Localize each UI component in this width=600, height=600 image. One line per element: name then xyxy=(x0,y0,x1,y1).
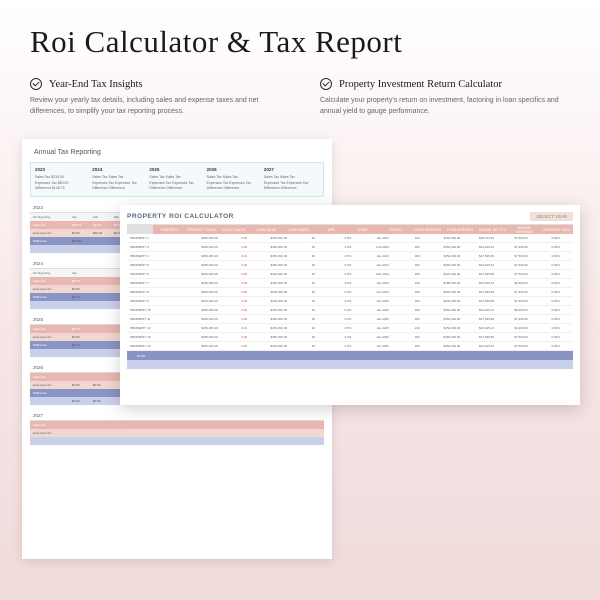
feature-desc: Review your yearly tax details, includin… xyxy=(30,96,280,117)
column-header: TOTAL INVESTED xyxy=(412,228,444,232)
features-row: Year-End Tax Insights Review your yearly… xyxy=(0,78,600,117)
table-row: Expenses Tax xyxy=(30,429,324,437)
table-row: PROPERTY 2$350,000.000.00$350,000.00204.… xyxy=(127,234,573,243)
table-row: PROPERTY 14$250,000.000.00$250,000.00254… xyxy=(127,342,573,351)
roi-table-header: PROPERTYPROPERTY VALUEEQUITY VALUELOAN V… xyxy=(127,225,573,234)
year-summary-col: 2027Sales Tax Sales TaxExpenses Tax Expe… xyxy=(264,167,319,192)
table-row: PROPERTY 6$320,000.000.00$320,000.00254.… xyxy=(127,270,573,279)
year-summary-col: 2024Sales Tax Sales TaxExpenses Tax Expe… xyxy=(92,167,147,192)
table-row: PROPERTY 13$380,000.000.00$380,000.00254… xyxy=(127,333,573,342)
table-row: PROPERTY 4$350,000.000.00$350,000.00304.… xyxy=(127,252,573,261)
feature-desc: Calculate your property's return on inve… xyxy=(320,96,570,117)
column-header: PROPERTY YIELD xyxy=(541,228,573,232)
roi-table: PROPERTYPROPERTY VALUEEQUITY VALUELOAN V… xyxy=(127,224,573,369)
column-header: LOAN VALUE xyxy=(250,228,282,232)
column-header xyxy=(127,225,153,234)
column-header: PERIOD xyxy=(379,228,411,232)
page-title: Roi Calculator & Tax Report xyxy=(30,24,570,60)
year-summary-strip: 2023Sales Tax $235.04Expenses Tax $80.00… xyxy=(30,162,324,197)
column-header: ANNUAL NET ROI xyxy=(476,228,508,232)
check-icon xyxy=(320,78,332,90)
table-row: PROPERTY 10$350,000.000.00$350,000.00255… xyxy=(127,306,573,315)
column-header: APR xyxy=(315,228,347,232)
year-summary-col: 2023Sales Tax $235.04Expenses Tax $80.00… xyxy=(35,167,90,192)
year-summary-col: 2025Sales Tax Sales TaxExpenses Tax Expe… xyxy=(149,167,204,192)
year-block: 2027Sales TaxExpenses Tax xyxy=(30,411,324,445)
roi-calculator-sheet: PROPERTY ROI CALCULATOR SELECT YEAR PROP… xyxy=(120,205,580,405)
column-header: TOTAL INTEREST xyxy=(444,228,476,232)
feature-tax-insights: Year-End Tax Insights Review your yearly… xyxy=(30,78,280,117)
feature-title: Year-End Tax Insights xyxy=(49,79,142,90)
table-row: PROPERTY 5$280,000.000.00$280,000.00255.… xyxy=(127,261,573,270)
feature-roi-calculator: Property Investment Return Calculator Ca… xyxy=(320,78,570,117)
table-row: PROPERTY 9$230,000.000.00$230,000.00304.… xyxy=(127,297,573,306)
table-row xyxy=(30,437,324,445)
column-header: EQUITY VALUE xyxy=(218,228,250,232)
column-header: PROPERTY VALUE xyxy=(186,228,218,232)
table-row: PROPERTY 3$450,000.000.00$450,000.00254.… xyxy=(127,243,573,252)
roi-totals-row xyxy=(127,360,573,369)
year-summary-col: 2026Sales Tax Sales TaxExpenses Tax Expe… xyxy=(207,167,262,192)
column-header: ANNUAL EXPENSES xyxy=(509,226,541,234)
column-header: START xyxy=(347,228,379,232)
sheet-title: PROPERTY ROI CALCULATOR xyxy=(127,213,234,220)
table-row: PROPERTY 11$450,000.000.00$450,000.00305… xyxy=(127,315,573,324)
feature-title: Property Investment Return Calculator xyxy=(339,79,502,90)
column-header: PROPERTY xyxy=(153,228,185,232)
column-header: LOAN YEARS xyxy=(282,228,314,232)
sheet-title: Annual Tax Reporting xyxy=(30,147,324,158)
table-row: PROPERTY 7$180,000.000.00$180,000.00204.… xyxy=(127,279,573,288)
mockup-area: Annual Tax Reporting 2023Sales Tax $235.… xyxy=(0,139,600,579)
table-row: PROPERTY 12$150,000.000.00$150,000.00203… xyxy=(127,324,573,333)
check-icon xyxy=(30,78,42,90)
table-row: Sales Tax xyxy=(30,421,324,429)
table-row: PROPERTY 8$500,000.000.00$500,000.00255.… xyxy=(127,288,573,297)
select-year-button[interactable]: SELECT YEAR xyxy=(530,212,573,221)
roi-totals-row: TOTAL xyxy=(127,351,573,360)
